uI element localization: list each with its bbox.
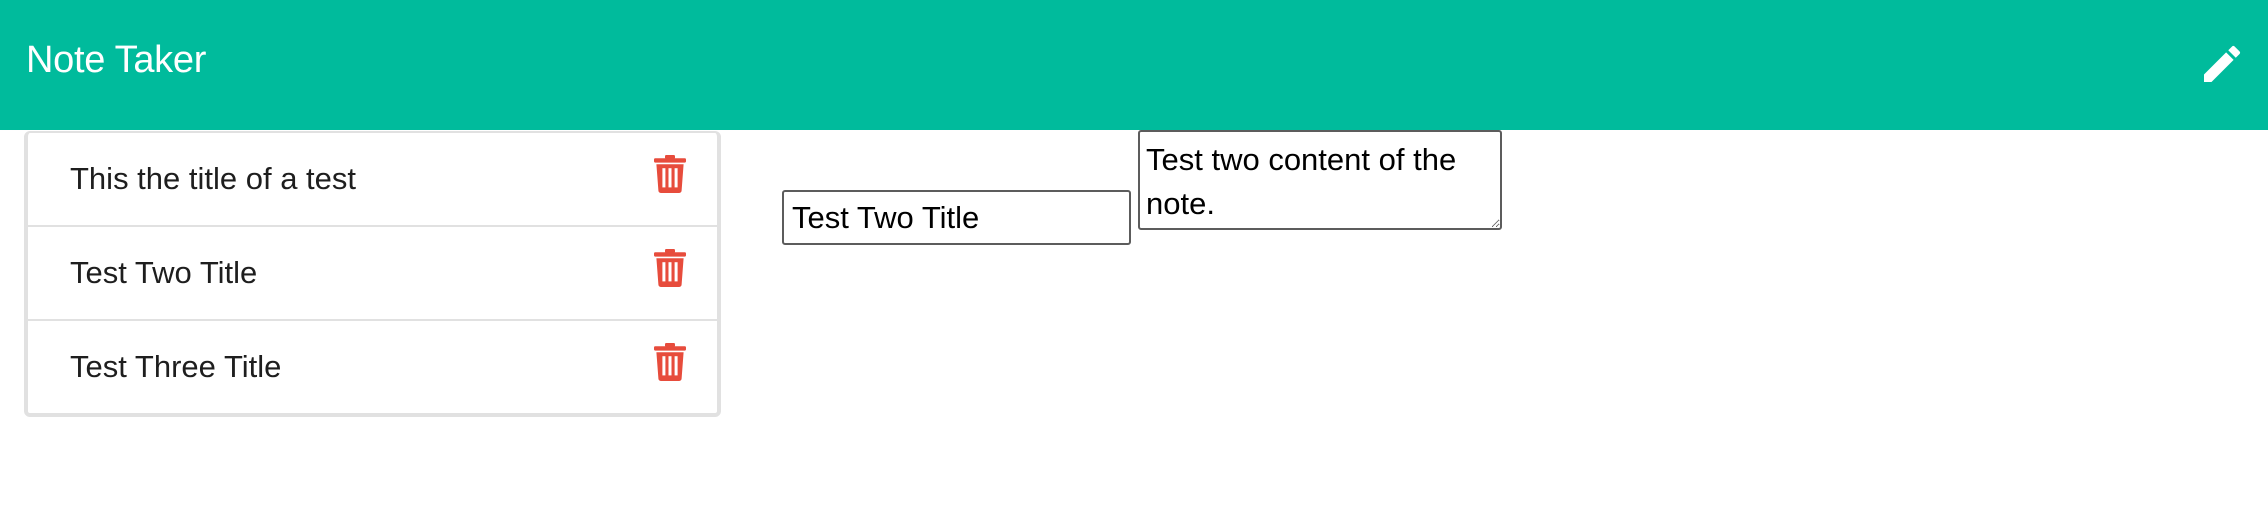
list-item[interactable]: Test Three Title — [28, 321, 717, 413]
trash-icon — [654, 155, 686, 193]
note-content-textarea[interactable]: Test two content of the note. — [1138, 130, 1502, 230]
delete-note-button[interactable] — [654, 249, 686, 287]
trash-icon — [654, 249, 686, 287]
list-item[interactable]: Test Two Title — [28, 227, 717, 321]
list-item[interactable]: This the title of a test — [28, 133, 717, 227]
pencil-icon — [2204, 45, 2241, 82]
note-title[interactable]: This the title of a test — [70, 159, 356, 199]
note-list: This the title of a test Test Two Title — [24, 131, 721, 417]
delete-note-button[interactable] — [654, 155, 686, 193]
delete-note-button[interactable] — [654, 343, 686, 381]
note-title[interactable]: Test Two Title — [70, 253, 257, 293]
note-title-input[interactable] — [782, 190, 1131, 245]
new-note-button[interactable] — [2198, 40, 2246, 88]
note-title[interactable]: Test Three Title — [70, 347, 281, 387]
trash-icon — [654, 343, 686, 381]
navbar: Note Taker — [0, 0, 2268, 130]
app-title[interactable]: Note Taker — [26, 34, 206, 86]
